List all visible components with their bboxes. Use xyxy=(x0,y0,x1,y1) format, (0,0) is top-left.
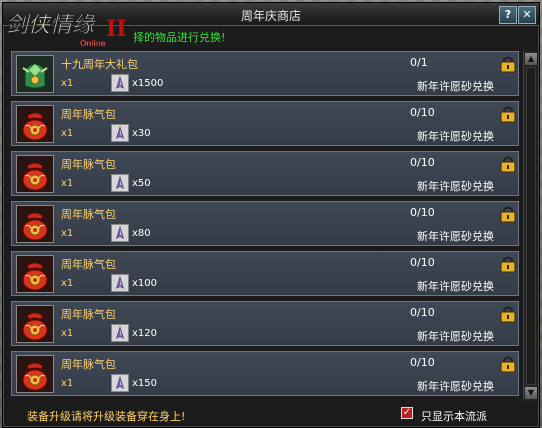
item-quantity: x1 xyxy=(61,228,74,239)
lock-icon[interactable] xyxy=(499,305,517,323)
item-name: 周年脉气包 xyxy=(61,308,116,321)
red-bag-icon[interactable] xyxy=(16,155,54,193)
scroll-track[interactable] xyxy=(526,67,536,385)
item-cost: x30 xyxy=(132,128,151,139)
shop-item-row[interactable]: 周年脉气包 x1 x50 0/10 新年许愿砂兑换 xyxy=(11,151,519,196)
item-list: 十九周年大礼包 x1 x1500 0/1 新年许愿砂兑换 周年脉气包 x1 x30 0/10 新年… xyxy=(11,51,519,401)
item-cost: x1500 xyxy=(132,78,164,89)
item-quantity: x1 xyxy=(61,328,74,339)
gift-pack-icon[interactable] xyxy=(16,55,54,93)
exchange-button[interactable]: 新年许愿砂兑换 xyxy=(417,178,494,194)
exchange-button[interactable]: 新年许愿砂兑换 xyxy=(417,78,494,94)
purchase-limit: 0/10 xyxy=(410,156,435,169)
help-button[interactable]: ? xyxy=(499,6,517,24)
shop-item-row[interactable]: 周年脉气包 x1 x120 0/10 新年许愿砂兑换 xyxy=(11,301,519,346)
logo-numeral: II xyxy=(106,16,127,42)
close-button[interactable]: ✕ xyxy=(518,6,536,24)
scroll-up-button[interactable]: ▲ xyxy=(525,53,537,65)
red-bag-icon[interactable] xyxy=(16,305,54,343)
red-bag-icon[interactable] xyxy=(16,205,54,243)
item-cost: x150 xyxy=(132,378,158,389)
exchange-button[interactable]: 新年许愿砂兑换 xyxy=(417,328,494,344)
lock-icon[interactable] xyxy=(499,105,517,123)
wish-sand-icon[interactable] xyxy=(111,174,129,192)
scroll-down-button[interactable]: ▼ xyxy=(525,387,537,399)
purchase-limit: 0/10 xyxy=(410,306,435,319)
item-name: 十九周年大礼包 xyxy=(61,58,138,71)
item-quantity: x1 xyxy=(61,278,74,289)
item-cost: x100 xyxy=(132,278,158,289)
show-own-school-label[interactable]: 只显示本流派 xyxy=(421,408,487,424)
purchase-limit: 0/10 xyxy=(410,106,435,119)
purchase-limit: 0/10 xyxy=(410,256,435,269)
purchase-limit: 0/1 xyxy=(410,56,428,69)
lock-icon[interactable] xyxy=(499,55,517,73)
purchase-limit: 0/10 xyxy=(410,356,435,369)
exchange-button[interactable]: 新年许愿砂兑换 xyxy=(417,228,494,244)
red-bag-icon[interactable] xyxy=(16,355,54,393)
wish-sand-icon[interactable] xyxy=(111,224,129,242)
logo-text: 剑侠情缘 xyxy=(6,13,96,38)
shop-item-row[interactable]: 周年脉气包 x1 x150 0/10 新年许愿砂兑换 xyxy=(11,351,519,396)
lock-icon[interactable] xyxy=(499,355,517,373)
shop-item-row[interactable]: 周年脉气包 x1 x100 0/10 新年许愿砂兑换 xyxy=(11,251,519,296)
item-name: 周年脉气包 xyxy=(61,158,116,171)
lock-icon[interactable] xyxy=(499,255,517,273)
item-quantity: x1 xyxy=(61,178,74,189)
exchange-button[interactable]: 新年许愿砂兑换 xyxy=(417,378,494,394)
wish-sand-icon[interactable] xyxy=(111,274,129,292)
item-name: 周年脉气包 xyxy=(61,358,116,371)
lock-icon[interactable] xyxy=(499,155,517,173)
item-cost: x80 xyxy=(132,228,151,239)
game-logo: 剑侠情缘 Online II xyxy=(6,13,127,49)
shop-item-row[interactable]: 周年脉气包 x1 x80 0/10 新年许愿砂兑换 xyxy=(11,201,519,246)
shop-item-row[interactable]: 周年脉气包 x1 x30 0/10 新年许愿砂兑换 xyxy=(11,101,519,146)
anniversary-shop-window: 周年庆商店 ? ✕ 择的物品进行兑换! 十九周年大礼包 x1 x1500 0/1 新年许… xyxy=(2,2,540,428)
item-name: 周年脉气包 xyxy=(61,208,116,221)
logo-subtext: Online xyxy=(80,39,106,48)
item-quantity: x1 xyxy=(61,128,74,139)
item-name: 周年脉气包 xyxy=(61,258,116,271)
exchange-button[interactable]: 新年许愿砂兑换 xyxy=(417,128,494,144)
item-cost: x120 xyxy=(132,328,158,339)
scrollbar[interactable]: ▲ ▼ xyxy=(523,51,537,401)
item-quantity: x1 xyxy=(61,78,74,89)
wish-sand-icon[interactable] xyxy=(111,324,129,342)
wish-sand-icon[interactable] xyxy=(111,124,129,142)
red-bag-icon[interactable] xyxy=(16,105,54,143)
item-cost: x50 xyxy=(132,178,151,189)
instruction-text: 择的物品进行兑换! xyxy=(133,31,226,44)
show-own-school-checkbox[interactable]: ✓ xyxy=(401,407,413,419)
lock-icon[interactable] xyxy=(499,205,517,223)
wish-sand-icon[interactable] xyxy=(111,74,129,92)
item-name: 周年脉气包 xyxy=(61,108,116,121)
equipment-upgrade-note: 装备升级请将升级装备穿在身上! xyxy=(27,410,186,423)
red-bag-icon[interactable] xyxy=(16,255,54,293)
exchange-button[interactable]: 新年许愿砂兑换 xyxy=(417,278,494,294)
purchase-limit: 0/10 xyxy=(410,206,435,219)
wish-sand-icon[interactable] xyxy=(111,374,129,392)
shop-item-row[interactable]: 十九周年大礼包 x1 x1500 0/1 新年许愿砂兑换 xyxy=(11,51,519,96)
item-quantity: x1 xyxy=(61,378,74,389)
